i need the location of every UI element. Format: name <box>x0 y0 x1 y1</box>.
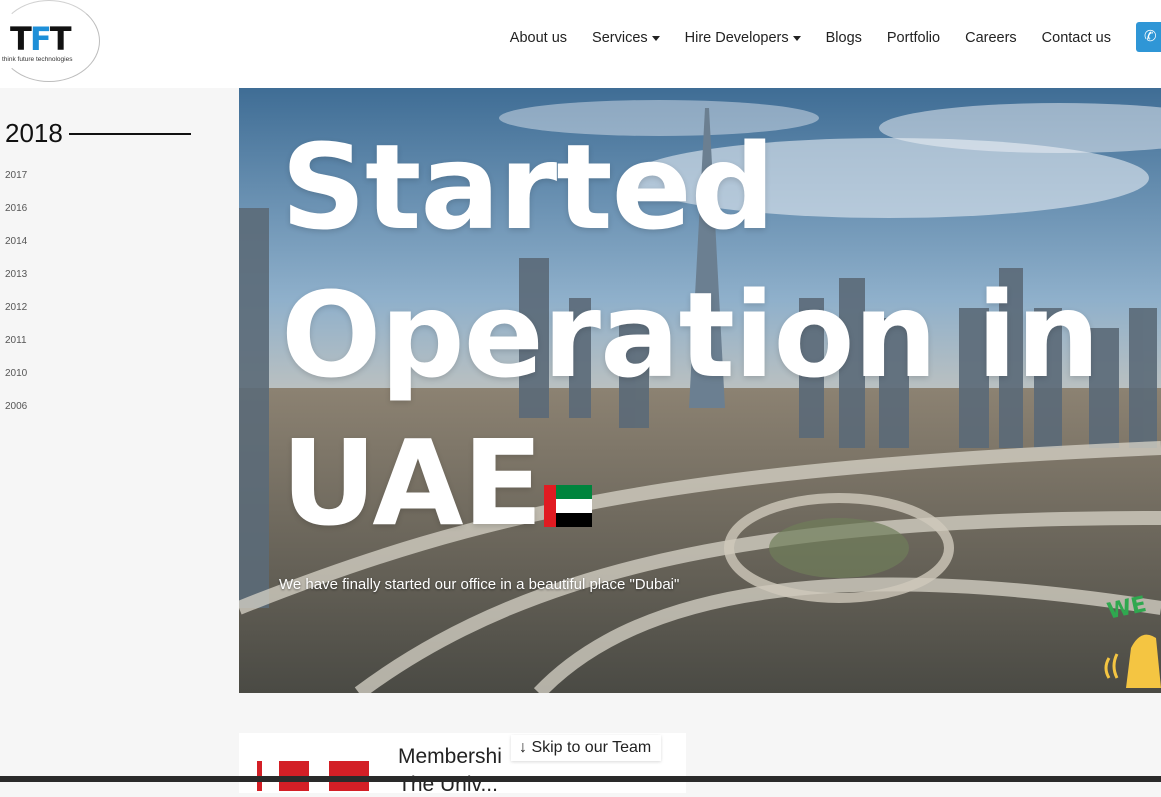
uae-flag-icon <box>544 485 592 527</box>
year-item[interactable]: 2010 <box>5 368 27 379</box>
year-item[interactable]: 2017 <box>5 170 27 181</box>
phone-icon: ✆ <box>1144 28 1157 45</box>
year-item[interactable]: 2012 <box>5 302 27 313</box>
hero-title: Started Operation in UAE <box>281 118 1100 552</box>
hero-banner: Started Operation in UAE We have finally… <box>239 88 1161 693</box>
nav-careers[interactable]: Careers <box>965 30 1017 46</box>
nav-blogs[interactable]: Blogs <box>826 30 862 46</box>
nav-services[interactable]: Services <box>592 30 660 46</box>
skip-to-team-link[interactable]: ↓ Skip to our Team <box>511 735 662 761</box>
year-item[interactable]: 2016 <box>5 203 27 214</box>
main-nav: About us Services Hire Developers Blogs … <box>485 30 1111 46</box>
logo-tagline: think future technologies <box>2 56 73 63</box>
active-year[interactable]: 2018 <box>5 118 191 149</box>
logo-mark: TFT <box>10 20 71 58</box>
nav-hire-developers[interactable]: Hire Developers <box>685 30 801 46</box>
nav-portfolio[interactable]: Portfolio <box>887 30 940 46</box>
year-item[interactable]: 2011 <box>5 335 27 346</box>
company-logo[interactable]: TFT think future technologies <box>0 0 104 82</box>
year-item[interactable]: 2013 <box>5 269 27 280</box>
bottom-bar <box>0 776 1161 782</box>
card-title: Membershi <box>398 745 502 768</box>
nav-about-us[interactable]: About us <box>510 30 567 46</box>
phone-button[interactable]: ✆ <box>1136 22 1161 52</box>
badge-text: WE <box>1105 592 1149 625</box>
caret-down-icon <box>651 35 660 41</box>
waving-hand-icon[interactable]: WE <box>1101 588 1161 693</box>
active-year-line <box>68 132 191 135</box>
year-timeline: 2018 2017 2016 2014 2013 2012 2011 2010 … <box>0 88 238 708</box>
hero-description: We have finally started our office in a … <box>279 576 680 593</box>
year-item[interactable]: 2014 <box>5 236 27 247</box>
year-item[interactable]: 2006 <box>5 401 27 412</box>
nav-contact-us[interactable]: Contact us <box>1042 30 1111 46</box>
caret-down-icon <box>792 35 801 41</box>
site-header: TFT think future technologies About us S… <box>0 0 1161 88</box>
